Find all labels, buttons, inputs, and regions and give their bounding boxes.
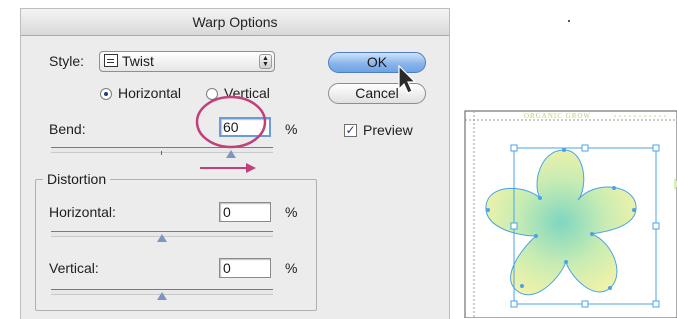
- preview-checkbox[interactable]: ✓: [344, 124, 357, 137]
- horizontal-distortion-label: Horizontal:: [49, 204, 116, 220]
- horizontal-radio-label: Horizontal: [118, 85, 182, 101]
- vertical-radio[interactable]: [206, 88, 218, 100]
- style-label: Style:: [49, 53, 85, 69]
- style-twist-icon: [104, 54, 118, 67]
- horizontal-distortion-field[interactable]: 0: [219, 202, 271, 222]
- bend-slider-thumb[interactable]: [226, 150, 236, 158]
- vertical-distortion-field[interactable]: 0: [219, 258, 271, 278]
- warp-options-dialog: Warp Options Style: Twist ▲ ▼ Horizontal …: [20, 8, 450, 319]
- horizontal-distortion-thumb[interactable]: [157, 234, 167, 242]
- banner-text: ORGANIC GROW: [524, 112, 591, 120]
- style-dropdown[interactable]: Twist ▲ ▼: [99, 51, 275, 72]
- distortion-title: Distortion: [43, 171, 111, 187]
- vertical-distortion-thumb[interactable]: [157, 292, 167, 300]
- horizontal-distortion-unit: %: [285, 204, 298, 220]
- dialog-title: Warp Options: [21, 9, 449, 36]
- vertical-radio-label: Vertical: [224, 85, 270, 101]
- bend-label: Bend:: [49, 121, 86, 137]
- vertical-distortion-unit: %: [285, 260, 298, 276]
- select-arrows-icon: ▲ ▼: [259, 54, 272, 69]
- artboard-preview: ORGANIC GROW: [464, 110, 677, 318]
- bend-slider-center-tick: [161, 151, 162, 155]
- bend-slider[interactable]: [51, 147, 273, 155]
- bend-field[interactable]: 60: [219, 117, 271, 137]
- horizontal-radio[interactable]: [100, 88, 112, 100]
- vertical-distortion-label: Vertical:: [49, 260, 99, 276]
- bend-unit: %: [285, 121, 298, 137]
- mouse-pointer-icon: [398, 65, 417, 94]
- style-value: Twist: [122, 53, 154, 69]
- stray-mark: [568, 20, 570, 22]
- preview-label: Preview: [363, 122, 413, 138]
